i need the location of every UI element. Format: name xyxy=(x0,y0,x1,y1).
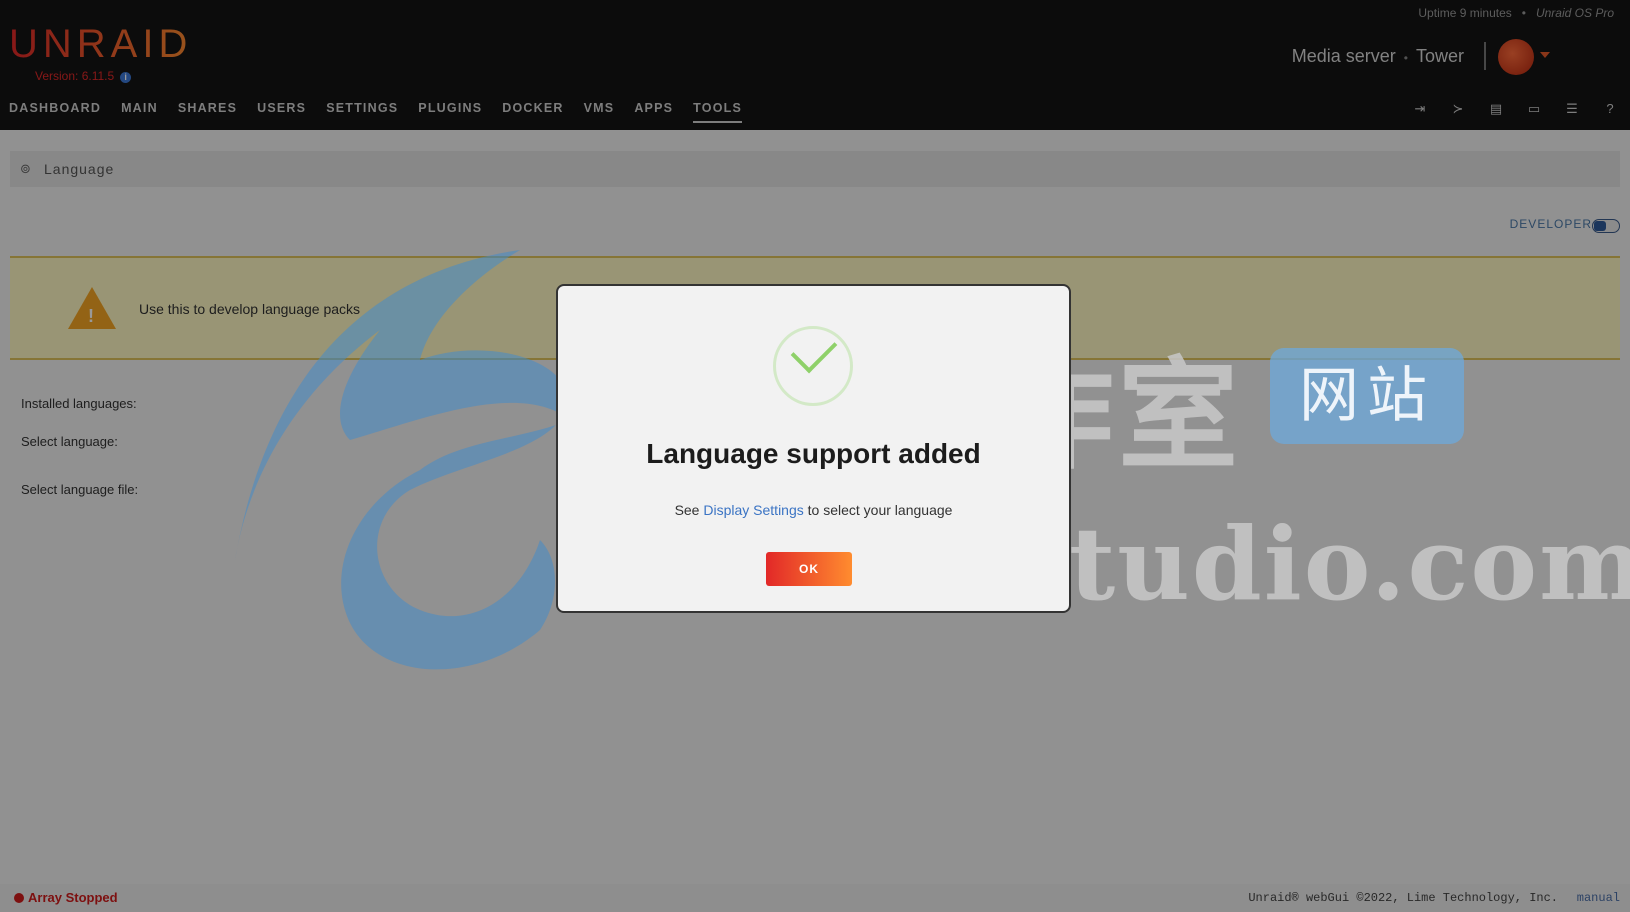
dialog-message: See Display Settings to select your lang… xyxy=(558,502,1069,518)
dialog-title: Language support added xyxy=(646,438,981,469)
display-settings-link[interactable]: Display Settings xyxy=(703,502,803,518)
check-icon xyxy=(790,326,838,374)
ok-button[interactable]: OK xyxy=(766,552,852,586)
dialog-text-before: See xyxy=(674,502,700,518)
success-dialog: Language support added See Display Setti… xyxy=(556,284,1071,613)
success-checkmark-icon xyxy=(773,326,853,406)
dialog-text-after: to select your language xyxy=(807,502,953,518)
